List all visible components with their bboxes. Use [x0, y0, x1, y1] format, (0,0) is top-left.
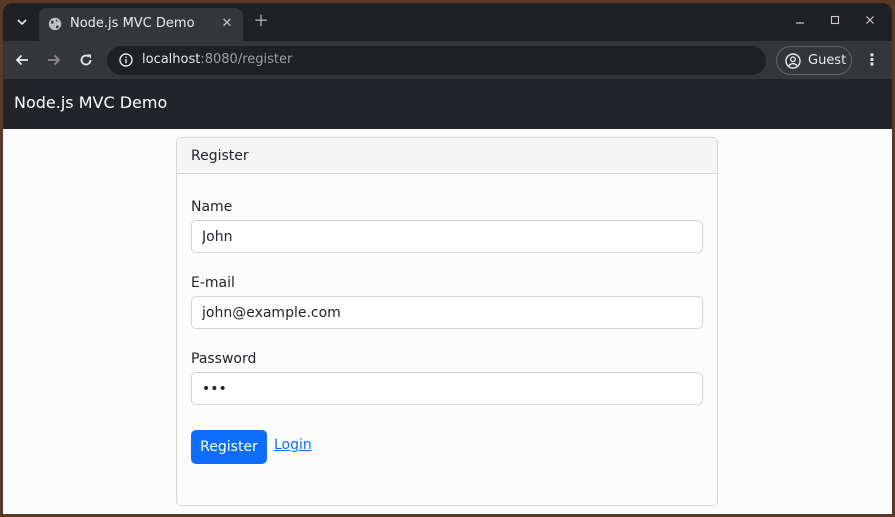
email-field[interactable]	[191, 296, 703, 329]
reload-icon[interactable]	[75, 49, 97, 71]
page-content: Register Name E-mail Password Register L…	[3, 129, 892, 514]
browser-window: Node.js MVC Demo ✕ + localhost:8080/regi…	[3, 3, 892, 514]
url-text[interactable]: localhost:8080/register	[142, 52, 292, 67]
url-path: :8080/register	[200, 52, 293, 67]
password-field[interactable]	[191, 372, 703, 405]
profile-button[interactable]: Guest	[776, 46, 852, 75]
register-button[interactable]: Register	[191, 430, 267, 464]
tab-title: Node.js MVC Demo	[70, 16, 195, 31]
card-header: Register	[177, 138, 717, 174]
tab-search-icon[interactable]	[11, 11, 33, 33]
email-label: E-mail	[191, 275, 235, 291]
new-tab-icon[interactable]: +	[251, 12, 271, 32]
close-window-icon[interactable]	[862, 13, 878, 29]
password-label: Password	[191, 351, 257, 367]
more-menu-icon[interactable]: ⋮	[862, 49, 882, 71]
name-field[interactable]	[191, 220, 703, 253]
forward-icon[interactable]	[43, 49, 65, 71]
browser-toolbar: localhost:8080/register Guest ⋮	[3, 41, 892, 79]
address-bar[interactable]: localhost:8080/register	[107, 46, 766, 75]
navbar-brand[interactable]: Node.js MVC Demo	[14, 93, 167, 112]
navbar: Node.js MVC Demo	[3, 79, 892, 129]
tab-strip: Node.js MVC Demo ✕ +	[3, 3, 892, 41]
back-icon[interactable]	[11, 49, 33, 71]
card-title: Register	[191, 148, 249, 164]
site-info-icon[interactable]	[119, 53, 133, 67]
globe-icon	[48, 17, 62, 31]
minimize-icon[interactable]	[792, 13, 808, 29]
account-icon	[785, 53, 801, 69]
url-host: localhost	[142, 52, 201, 67]
tab-active[interactable]: Node.js MVC Demo ✕	[39, 8, 243, 41]
maximize-icon[interactable]	[827, 13, 843, 29]
close-tab-icon[interactable]: ✕	[219, 16, 235, 32]
name-label: Name	[191, 199, 233, 215]
profile-label: Guest	[808, 53, 847, 68]
login-link[interactable]: Login	[274, 437, 312, 453]
register-card: Register Name E-mail Password Register L…	[176, 137, 718, 506]
